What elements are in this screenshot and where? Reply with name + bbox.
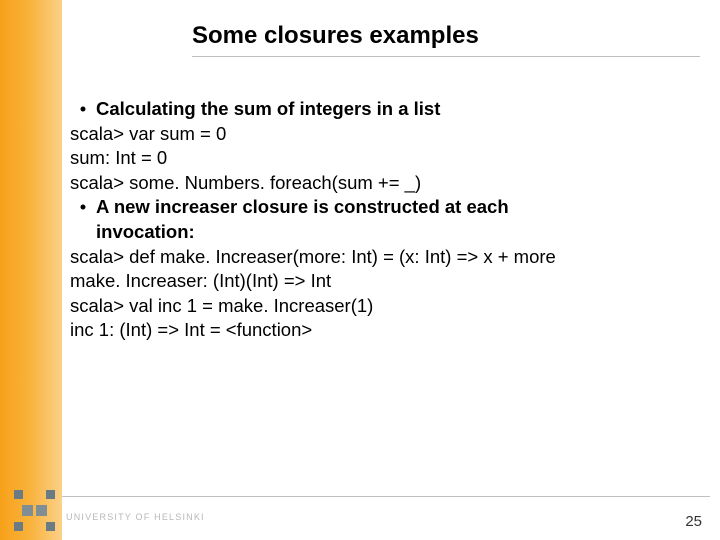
code-line: scala> var sum = 0 (70, 122, 700, 147)
bullet-item: • Calculating the sum of integers in a l… (70, 97, 700, 122)
slide-body: • Calculating the sum of integers in a l… (62, 63, 720, 343)
page-number: 25 (685, 513, 702, 530)
code-line: sum: Int = 0 (70, 146, 700, 171)
bullet-dot-icon: • (70, 97, 96, 122)
code-line: make. Increaser: (Int)(Int) => Int (70, 269, 700, 294)
university-name: UNIVERSITY OF HELSINKI (66, 512, 205, 522)
bullet-text: invocation: (96, 220, 195, 245)
university-logo-icon (14, 490, 56, 532)
footer: UNIVERSITY OF HELSINKI 25 (0, 486, 720, 540)
bullet-text: Calculating the sum of integers in a lis… (96, 97, 440, 122)
bullet-item: • A new increaser closure is constructed… (70, 195, 700, 220)
code-line: scala> val inc 1 = make. Increaser(1) (70, 294, 700, 319)
code-line: scala> def make. Increaser(more: Int) = … (70, 245, 700, 270)
orange-sidebar (0, 0, 62, 540)
code-line: scala> some. Numbers. foreach(sum += _) (70, 171, 700, 196)
title-underline (192, 56, 700, 57)
bullet-dot-icon: • (70, 195, 96, 220)
bullet-item-continuation: invocation: (70, 220, 700, 245)
footer-divider (62, 496, 710, 497)
title-block: Some closures examples (62, 0, 720, 63)
code-line: inc 1: (Int) => Int = <function> (70, 318, 700, 343)
slide-title: Some closures examples (192, 22, 700, 50)
bullet-text: A new increaser closure is constructed a… (96, 195, 509, 220)
slide-content: Some closures examples • Calculating the… (62, 0, 720, 540)
